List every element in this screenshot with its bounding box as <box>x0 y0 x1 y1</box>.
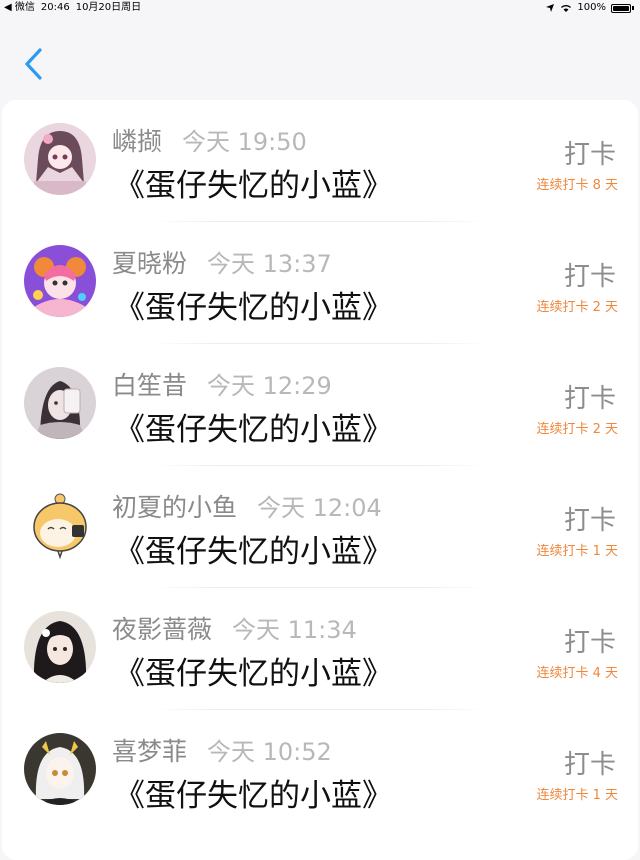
battery-percent: 100% <box>577 2 606 13</box>
checkin-label: 打卡 <box>563 140 616 170</box>
checkin-label: 打卡 <box>563 262 616 292</box>
avatar[interactable] <box>24 611 96 683</box>
name-line: 喜梦菲 今天 10:52 <box>112 732 332 766</box>
checkin-label: 打卡 <box>563 506 616 536</box>
chevron-left-icon <box>25 48 42 80</box>
nickname[interactable]: 夜影蔷薇 <box>112 610 212 646</box>
streak-text: 连续打卡 2 天 <box>536 422 618 437</box>
status-date: 10月20日周日 <box>75 2 142 13</box>
post-time: 今天 12:04 <box>257 494 382 522</box>
nav-bar <box>0 16 640 100</box>
post-time: 今天 12:29 <box>207 372 332 400</box>
book-title[interactable]: 《蛋仔失忆的小蓝》 <box>114 526 393 571</box>
nickname[interactable]: 喜梦菲 <box>112 732 187 768</box>
checkin-list: 嶙撷 今天 19:50 《蛋仔失忆的小蓝》 打卡 连续打卡 8 天 夏晓粉 今天… <box>2 100 638 860</box>
avatar[interactable] <box>24 489 96 561</box>
avatar[interactable] <box>24 367 96 439</box>
streak-text: 连续打卡 1 天 <box>536 788 618 803</box>
name-line: 夜影蔷薇 今天 11:34 <box>112 610 357 644</box>
nickname[interactable]: 初夏的小鱼 <box>112 488 237 524</box>
list-item[interactable]: 夜影蔷薇 今天 11:34 《蛋仔失忆的小蓝》 打卡 连续打卡 4 天 <box>2 588 638 710</box>
back-button[interactable] <box>22 46 46 82</box>
streak-text: 连续打卡 8 天 <box>536 178 618 193</box>
streak-text: 连续打卡 1 天 <box>536 544 618 559</box>
book-title[interactable]: 《蛋仔失忆的小蓝》 <box>114 404 393 449</box>
name-line: 嶙撷 今天 19:50 <box>112 122 307 156</box>
nickname[interactable]: 夏晓粉 <box>112 244 187 280</box>
book-title[interactable]: 《蛋仔失忆的小蓝》 <box>114 770 393 815</box>
status-time: 20:46 <box>40 2 70 13</box>
list-item[interactable]: 初夏的小鱼 今天 12:04 《蛋仔失忆的小蓝》 打卡 连续打卡 1 天 <box>2 466 638 588</box>
streak-text: 连续打卡 2 天 <box>536 300 618 315</box>
list-item[interactable]: 夏晓粉 今天 13:37 《蛋仔失忆的小蓝》 打卡 连续打卡 2 天 <box>2 222 638 344</box>
wifi-icon <box>561 5 572 12</box>
checkin-label: 打卡 <box>563 384 616 414</box>
list-item[interactable]: 喜梦菲 今天 10:52 《蛋仔失忆的小蓝》 打卡 连续打卡 1 天 <box>2 710 638 832</box>
location-icon <box>546 4 555 12</box>
post-time: 今天 19:50 <box>182 128 307 156</box>
book-title[interactable]: 《蛋仔失忆的小蓝》 <box>114 160 393 205</box>
battery-icon <box>611 3 631 13</box>
nickname[interactable]: 白笙昔 <box>112 366 187 402</box>
avatar[interactable] <box>24 245 96 317</box>
status-right: 100% <box>545 1 634 15</box>
book-title[interactable]: 《蛋仔失忆的小蓝》 <box>114 648 393 693</box>
streak-text: 连续打卡 4 天 <box>536 666 618 681</box>
battery-tip <box>632 6 634 10</box>
post-time: 今天 11:34 <box>232 616 357 644</box>
checkin-label: 打卡 <box>563 628 616 658</box>
avatar[interactable] <box>24 123 96 195</box>
post-time: 今天 13:37 <box>207 250 332 278</box>
book-title[interactable]: 《蛋仔失忆的小蓝》 <box>114 282 393 327</box>
status-left: ◀ 微信 20:46 10月20日周日 <box>4 1 141 15</box>
name-line: 白笙昔 今天 12:29 <box>112 366 332 400</box>
list-item[interactable]: 嶙撷 今天 19:50 《蛋仔失忆的小蓝》 打卡 连续打卡 8 天 <box>2 100 638 222</box>
avatar[interactable] <box>24 733 96 805</box>
checkin-label: 打卡 <box>563 750 616 780</box>
status-bar: ◀ 微信 20:46 10月20日周日 100% <box>0 0 640 16</box>
name-line: 初夏的小鱼 今天 12:04 <box>112 488 382 522</box>
list-item[interactable]: 白笙昔 今天 12:29 《蛋仔失忆的小蓝》 打卡 连续打卡 2 天 <box>2 344 638 466</box>
post-time: 今天 10:52 <box>207 738 332 766</box>
back-to-app-link[interactable]: ◀ 微信 <box>4 1 35 15</box>
nickname[interactable]: 嶙撷 <box>112 122 162 158</box>
name-line: 夏晓粉 今天 13:37 <box>112 244 332 278</box>
